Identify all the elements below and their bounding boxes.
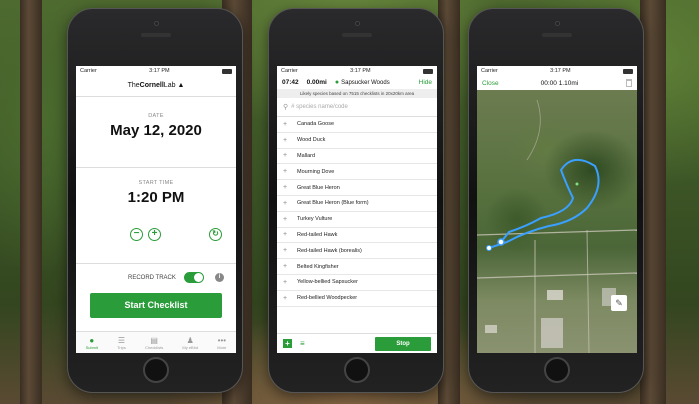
list-item[interactable]: + Great Blue Heron (277, 180, 437, 196)
status-bar: Carrier 3:17 PM (277, 66, 437, 76)
screen-start-checklist: Carrier 3:17 PM TheCornellLab ▲ DATE May… (76, 66, 236, 353)
edit-pencil-icon[interactable]: ✎ (611, 295, 627, 311)
checklists-icon: ▤ (150, 335, 158, 345)
phone-start-checklist: Carrier 3:17 PM TheCornellLab ▲ DATE May… (67, 8, 243, 393)
add-icon[interactable]: + (283, 121, 297, 128)
tab-submit[interactable]: ● Submit (86, 332, 98, 353)
tab-my-ebird[interactable]: ♟ My eBird (182, 332, 198, 353)
record-track-toggle[interactable] (183, 272, 204, 283)
add-icon[interactable]: + (283, 168, 297, 175)
more-icon: ••• (217, 335, 227, 345)
add-icon[interactable]: + (283, 137, 297, 144)
start-time-value[interactable]: 1:20 PM (76, 189, 236, 206)
list-item[interactable]: + Red-bellied Woodpecker (277, 291, 437, 307)
screen-species-list: Carrier 3:17 PM 07:42 0.00mi ● Sapsucker… (277, 66, 437, 353)
record-track-row: RECORD TRACK i (76, 263, 236, 283)
status-bar: Carrier 3:17 PM (477, 66, 637, 76)
screen-track-map: Carrier 3:17 PM Close 00:00 1.10mi ✎ (477, 66, 637, 353)
clock: 3:17 PM (350, 68, 371, 74)
menu-lines-icon[interactable]: ≡ (300, 339, 305, 348)
minus-time-button[interactable]: − (130, 228, 143, 241)
tree-trunk (20, 0, 42, 404)
add-icon[interactable]: + (283, 200, 297, 207)
start-time-label: START TIME (138, 180, 174, 186)
add-species-icon[interactable]: + (283, 339, 292, 348)
tab-more[interactable]: ••• More (217, 332, 226, 353)
add-icon[interactable]: + (283, 295, 297, 302)
carrier-label: Carrier (481, 68, 498, 74)
list-item[interactable]: + Canada Goose (277, 117, 437, 133)
carrier-label: Carrier (281, 68, 298, 74)
battery-icon (422, 68, 433, 74)
plus-time-button[interactable]: + (148, 228, 161, 241)
add-icon[interactable]: + (283, 216, 297, 223)
list-item[interactable]: + Belted Kingfisher (277, 259, 437, 275)
search-input[interactable]: # species name/code (291, 104, 348, 110)
list-item[interactable]: + Red-tailed Hawk (borealis) (277, 243, 437, 260)
likely-species-note: Likely species based on 7515 checklists … (277, 89, 437, 98)
date-value[interactable]: May 12, 2020 (76, 122, 236, 139)
trash-icon[interactable] (626, 79, 632, 87)
elapsed-time: 07:42 (282, 79, 299, 86)
add-icon[interactable]: + (283, 231, 297, 238)
battery-icon (221, 68, 232, 74)
clock: 3:17 PM (550, 68, 571, 74)
list-item[interactable]: + Red-tailed Hawk (277, 228, 437, 244)
battery-icon (622, 68, 633, 74)
date-label: DATE (148, 113, 164, 119)
list-item[interactable]: + Wood Duck (277, 133, 437, 149)
list-item[interactable]: + Mourning Dove (277, 164, 437, 181)
phone-track-map: Carrier 3:17 PM Close 00:00 1.10mi ✎ (468, 8, 644, 393)
stop-button[interactable]: Stop (375, 336, 431, 351)
carrier-label: Carrier (80, 68, 97, 74)
map-header: Close 00:00 1.10mi (477, 76, 637, 90)
cornell-lab-logo: TheCornellLab ▲ (76, 82, 236, 97)
checklist-toolbar: + ≡ Stop (277, 333, 437, 353)
tab-bar: ● Submit ☰ Trips ▤ Checklists ♟ My eBird… (76, 331, 236, 353)
map-overlay (477, 99, 637, 353)
start-checklist-button[interactable]: Start Checklist (90, 293, 222, 318)
track-stats: 00:00 1.10mi (540, 79, 579, 87)
add-icon[interactable]: + (283, 279, 297, 286)
tab-trips[interactable]: ☰ Trips (117, 332, 126, 353)
checklist-header: 07:42 0.00mi ● Sapsucker Woods Hide (277, 76, 437, 89)
trips-icon: ☰ (117, 335, 126, 345)
info-icon[interactable]: i (215, 273, 224, 282)
status-bar: Carrier 3:17 PM (76, 66, 236, 76)
species-list: + Canada Goose + Wood Duck + Mallard + Mourn… (277, 117, 437, 307)
home-button (544, 357, 570, 383)
person-icon: ♟ (186, 335, 194, 345)
location-pin-icon: ● (334, 79, 340, 86)
add-icon[interactable]: + (283, 263, 297, 270)
close-button[interactable]: Close (482, 80, 499, 87)
list-item[interactable]: + Yellow-bellied Sapsucker (277, 275, 437, 291)
home-button (344, 357, 370, 383)
hide-button[interactable]: Hide (419, 79, 432, 86)
reset-time-icon[interactable]: ↻ (209, 228, 222, 241)
clock: 3:17 PM (149, 68, 170, 74)
tab-checklists[interactable]: ▤ Checklists (145, 332, 163, 353)
distance: 0.00mi (306, 79, 327, 86)
list-item[interactable]: + Great Blue Heron (Blue form) (277, 196, 437, 212)
add-icon[interactable]: + (283, 152, 297, 159)
location-name[interactable]: Sapsucker Woods (341, 80, 390, 86)
species-search[interactable]: ⚲ # species name/code (277, 98, 437, 117)
add-icon[interactable]: + (283, 184, 297, 191)
satellite-map[interactable]: ✎ (477, 90, 637, 353)
list-item[interactable]: + Mallard (277, 149, 437, 165)
record-track-label: RECORD TRACK (128, 274, 176, 281)
home-button (143, 357, 169, 383)
phone-species-list: Carrier 3:17 PM 07:42 0.00mi ● Sapsucker… (268, 8, 444, 393)
bird-logo-icon: ▲ (177, 82, 185, 89)
search-icon: ⚲ (283, 104, 289, 111)
add-icon[interactable]: + (283, 247, 297, 254)
submit-icon: ● (89, 335, 95, 345)
list-item[interactable]: + Turkey Vulture (277, 212, 437, 228)
